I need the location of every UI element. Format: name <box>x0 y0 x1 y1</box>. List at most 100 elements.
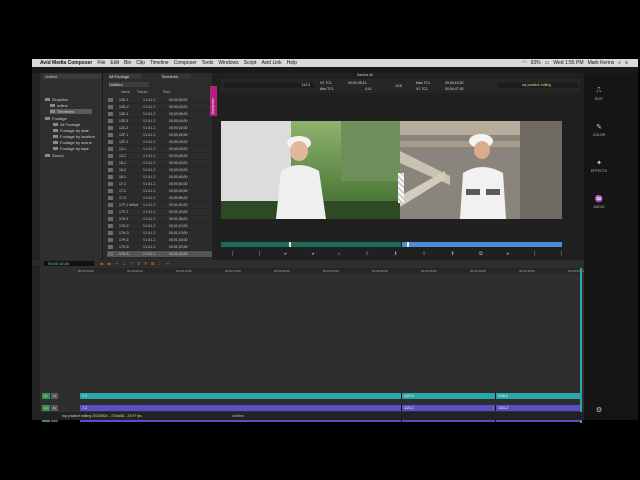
clip-row[interactable]: 17H-3 V1 A1-2 00;01;13;00 <box>107 230 229 237</box>
clip-row[interactable]: 17H-5 V1 A1-2 00;01;20;00 <box>107 244 229 251</box>
audio-workspace-button[interactable]: ♒ AUDIO <box>584 195 614 209</box>
segment-mode-red-icon[interactable]: ⇆ <box>100 261 103 266</box>
v1-source-toggle[interactable]: V1 <box>42 393 50 399</box>
link-icon[interactable]: ∞ <box>166 261 169 266</box>
v1-clip-3[interactable]: 1/16-2 <box>496 393 580 399</box>
col-tracks[interactable]: Tracks <box>137 90 163 96</box>
clip-row[interactable]: 15-1 V1 A1-2 00;00;40;00 <box>107 160 229 167</box>
a1-clip-1[interactable]: 7-2 <box>80 405 402 411</box>
a1-record-toggle[interactable]: A1 <box>50 405 59 411</box>
source-clip-menu[interactable]: 112;3 <box>224 83 314 88</box>
tab-timelines[interactable]: Timelines <box>161 74 191 79</box>
clip-row[interactable]: 17H-1 V1 A1-2 00;01;06;00 <box>107 216 229 223</box>
clip-row[interactable]: 17-3 V1 A1-2 00;00;56;00 <box>107 195 229 202</box>
tab-all-footage[interactable]: All Footage <box>109 74 141 79</box>
clip-row[interactable]: 17H-2 V1 A1-2 00;01;10;00 <box>107 223 229 230</box>
lift-overwrite-icon[interactable]: ⊥ <box>122 261 125 266</box>
battery-icon[interactable]: ▭ <box>545 60 550 66</box>
clip-list-subtab[interactable]: Untitled <box>109 82 149 87</box>
bin-item-online[interactable]: online <box>50 103 68 108</box>
menu-list-icon[interactable]: ≡ <box>625 60 628 66</box>
menu-help[interactable]: Help <box>287 60 297 66</box>
col-name[interactable]: Name <box>107 90 137 96</box>
lift-icon[interactable]: ⇧ <box>422 251 426 259</box>
clip-row[interactable]: 12Z-2 V1 A1-2 00;00;22;00 <box>107 125 229 132</box>
step-back-icon[interactable]: ◂ <box>311 251 314 259</box>
play-icon[interactable]: ▸ <box>285 251 288 259</box>
clip-row[interactable]: 12F-2 V1 A1-2 00;00;29;00 <box>107 139 229 146</box>
clip-row[interactable]: 17H-4 V1 A1-2 00;01;16;00 <box>107 237 229 244</box>
source-position-indicator[interactable] <box>289 242 291 247</box>
bin-item-footage-by-location[interactable]: Footage by location <box>53 134 95 139</box>
menu-timeline[interactable]: Timeline <box>150 60 169 66</box>
a1-clip-3[interactable]: 1/16-2 <box>496 405 580 411</box>
clip-row[interactable]: 17F-1 refind V1 A1-2 00;01;00;00 <box>107 202 229 209</box>
battery-percent[interactable]: 93% <box>531 60 541 66</box>
untitled-menu[interactable]: Untitled <box>232 414 244 418</box>
extract-icon[interactable]: ⬆ <box>450 251 454 259</box>
splice-in-icon[interactable]: ⊻ <box>137 261 140 266</box>
color-workspace-button[interactable]: ✎ COLOR <box>584 123 614 137</box>
a1-clip-2[interactable]: 1/22-1 <box>402 405 496 411</box>
bin-item-footage[interactable]: Footage <box>45 116 67 121</box>
source-position-bar[interactable] <box>221 242 401 247</box>
step-forward-icon[interactable]: ▹ <box>338 251 341 259</box>
menu-bin[interactable]: Bin <box>124 60 131 66</box>
menu-edit[interactable]: Edit <box>110 60 119 66</box>
record-mark-in-icon[interactable]: ⌈ <box>534 251 536 259</box>
overwrite-icon[interactable]: ⬇ <box>393 251 397 259</box>
clip-row[interactable]: 17-1 V1 A1-2 00;00;50;00 <box>107 181 229 188</box>
menu-script[interactable]: Script <box>244 60 257 66</box>
clock[interactable]: Wed 1:55 PM <box>553 60 583 66</box>
record-position-bar[interactable] <box>402 242 562 247</box>
playhead[interactable] <box>580 268 582 423</box>
clip-row[interactable]: 16-1 V1 A1-2 00;00;46;00 <box>107 174 229 181</box>
user-name[interactable]: Mark Kerins <box>588 60 615 66</box>
clip-row[interactable]: 12F-1 V1 A1-2 00;00;26;00 <box>107 132 229 139</box>
source-monitor[interactable] <box>221 121 401 219</box>
bin-item-footage-by-date[interactable]: Footage by date <box>53 128 89 133</box>
splice-icon[interactable]: ⇩ <box>365 251 369 259</box>
segment-mode-yellow-icon[interactable]: ⇄ <box>107 261 110 266</box>
settings-button[interactable]: ⚙ <box>584 406 614 416</box>
app-menu[interactable]: Avid Media Composer <box>40 60 92 66</box>
col-start[interactable]: Start <box>163 90 203 96</box>
track-v1-header[interactable]: V1 V1 <box>42 393 80 399</box>
bin-header[interactable]: Untitled <box>43 74 101 79</box>
record-mark-out-icon[interactable]: ⌉ <box>560 251 562 259</box>
search-icon[interactable]: ⌕ <box>618 60 621 66</box>
clip-row[interactable]: 17H-6 V1 A1-2 00;01;23;00 <box>107 251 229 258</box>
track-a1-header[interactable]: A1 A1 <box>42 405 80 411</box>
v1-record-toggle[interactable]: V1 <box>50 393 59 399</box>
clip-row[interactable]: 12E-3 V1 A1-2 00;00;16;00 <box>107 118 229 125</box>
clip-row[interactable]: 13-2 V1 A1-2 00;00;36;00 <box>107 153 229 160</box>
overwrite-tl-icon[interactable]: ⊼ <box>144 261 147 266</box>
clip-row[interactable]: 13-1 V1 A1-2 00;00;33;00 <box>107 146 229 153</box>
menu-clip[interactable]: Clip <box>136 60 145 66</box>
record-play-icon[interactable]: ▸ <box>507 251 510 259</box>
record-monitor[interactable] <box>400 121 562 219</box>
bin-item-timelines[interactable]: Timelines <box>50 109 92 114</box>
mark-in-icon[interactable]: ⌈ <box>232 251 234 259</box>
clip-row[interactable]: 15-2 V1 A1-2 00;00;43;00 <box>107 167 229 174</box>
clip-row[interactable]: 17F-2 V1 A1-2 00;01;03;00 <box>107 209 229 216</box>
add-edit-icon[interactable]: ⊞ <box>151 261 154 266</box>
menu-composer[interactable]: Composer <box>174 60 197 66</box>
menu-avid-link[interactable]: Avid Link <box>261 60 281 66</box>
a1-source-toggle[interactable]: A1 <box>42 405 50 411</box>
record-sequence-menu[interactable]: my practice editing <box>498 83 578 88</box>
match-frame-icon[interactable]: ⧉ <box>479 251 483 259</box>
bin-item-footage-by-scene[interactable]: Footage by scene <box>53 140 92 145</box>
bin-item-sound[interactable]: Sound <box>45 153 64 158</box>
bin-item-graphics[interactable]: Graphics <box>45 97 68 102</box>
wifi-icon[interactable]: ◠ <box>522 60 526 66</box>
v1-clip-2[interactable]: 1/22-1 <box>402 393 496 399</box>
edit-workspace-button[interactable]: ⎍ EDIT <box>584 87 614 101</box>
mark-out-icon[interactable]: ⌉ <box>258 251 260 259</box>
effects-workspace-button[interactable]: ✦ EFFECTS <box>584 159 614 173</box>
menu-file[interactable]: File <box>97 60 105 66</box>
top-icon[interactable]: ⊤ <box>130 261 133 266</box>
trim-icon[interactable]: ⊣ <box>115 261 118 266</box>
menu-windows[interactable]: Windows <box>218 60 238 66</box>
clip-row[interactable]: 17-2 V1 A1-2 00;00;53;00 <box>107 188 229 195</box>
